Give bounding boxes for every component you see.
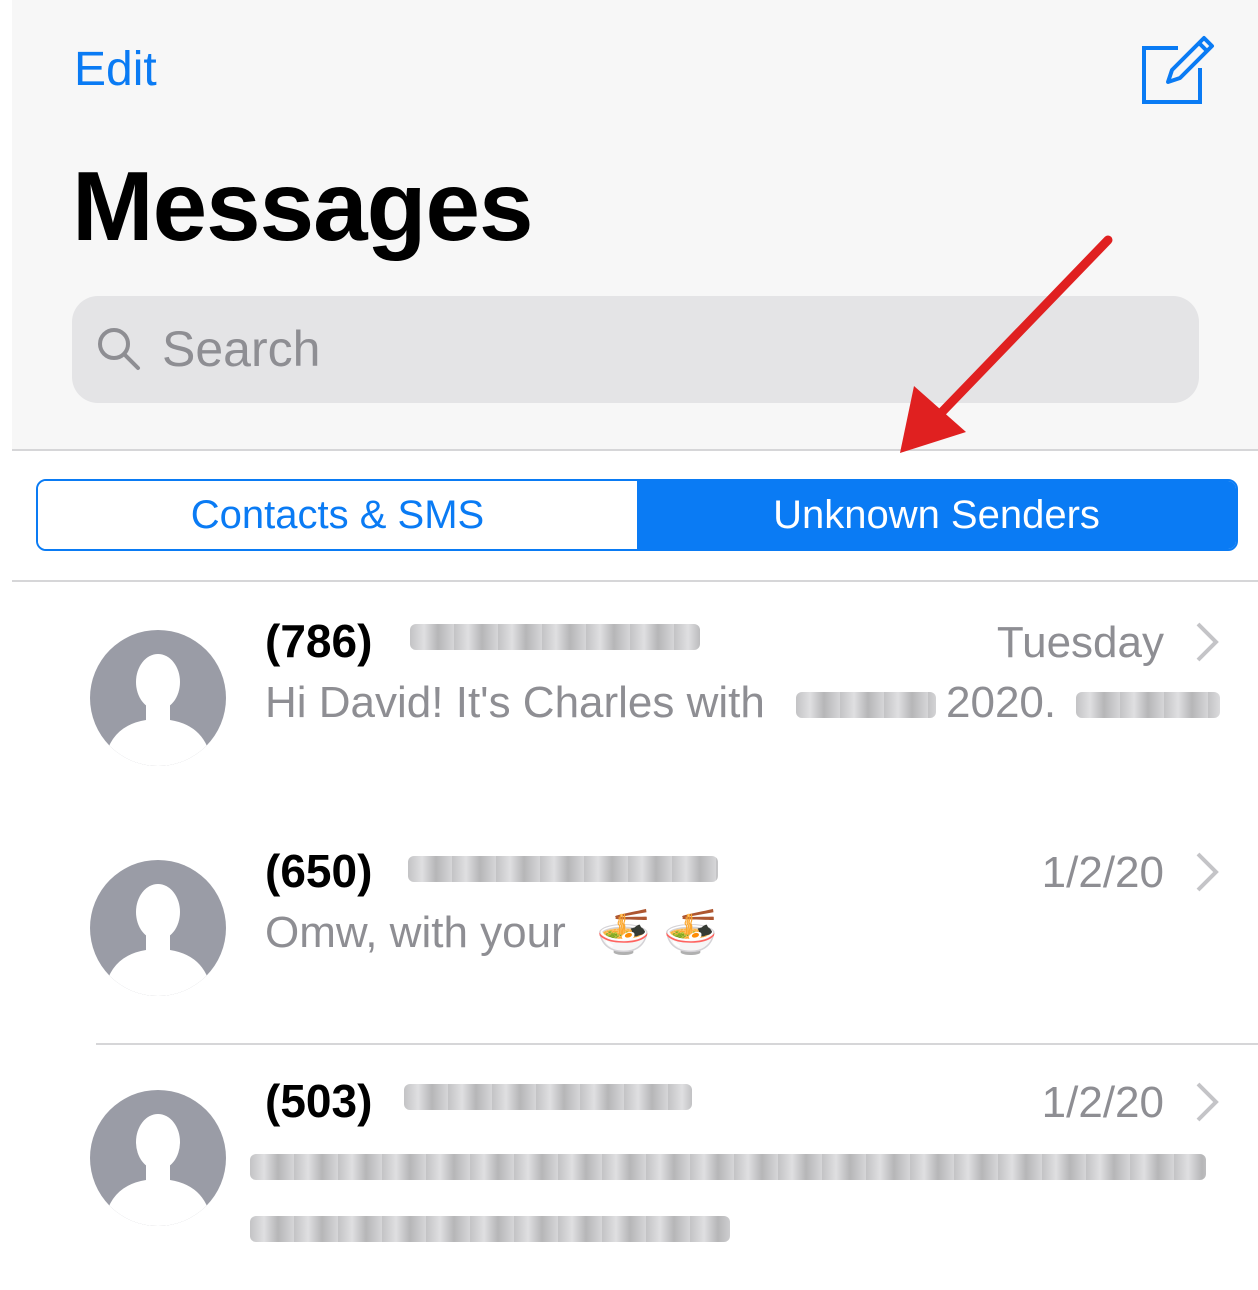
avatar-icon [90,630,226,766]
avatar-icon [90,1090,226,1226]
row-separator [96,1043,1258,1045]
compose-icon [1142,36,1214,104]
redacted-text [408,856,718,882]
compose-button[interactable] [1138,32,1218,106]
tab-contacts-sms[interactable]: Contacts & SMS [38,481,637,549]
sender-number: (503) [265,1075,373,1127]
edit-button[interactable]: Edit [74,42,157,97]
message-date: Tuesday [996,618,1164,667]
sender-number: (650) [265,845,373,897]
message-preview-continued: 2020. [946,678,1057,727]
message-date: 1/2/20 [1041,1078,1164,1127]
list-item[interactable]: (503) 1/2/20 [0,1060,1258,1290]
filter-segmented-control: Contacts & SMS Unknown Senders [36,479,1238,551]
message-preview: Hi David! It's Charles with [265,678,765,727]
chevron-right-icon [1196,1082,1219,1122]
noodle-emoji: 🍜 🍜 [596,908,718,957]
sender-number: (786) [265,615,373,667]
search-placeholder: Search [162,321,321,377]
redacted-text [404,1084,692,1110]
search-bar[interactable]: Search [72,296,1199,403]
redacted-preview [250,1216,730,1242]
chevron-right-icon [1196,622,1219,662]
message-date: 1/2/20 [1041,848,1164,897]
redacted-text [796,692,936,718]
message-preview: Omw, with your [265,908,566,957]
avatar-icon [90,860,226,996]
header-divider [12,449,1258,451]
page-title: Messages [72,151,534,261]
tab-unknown-senders[interactable]: Unknown Senders [637,481,1236,549]
redacted-preview [250,1154,1206,1180]
redacted-text [1076,692,1220,718]
list-divider [12,580,1258,582]
redacted-text [410,624,700,650]
search-icon [98,328,140,370]
chevron-right-icon [1196,852,1219,892]
list-item[interactable]: (786) Tuesday Hi David! It's Charles wit… [0,600,1258,830]
list-item[interactable]: (650) 1/2/20 Omw, with your 🍜 🍜 [0,830,1258,1060]
